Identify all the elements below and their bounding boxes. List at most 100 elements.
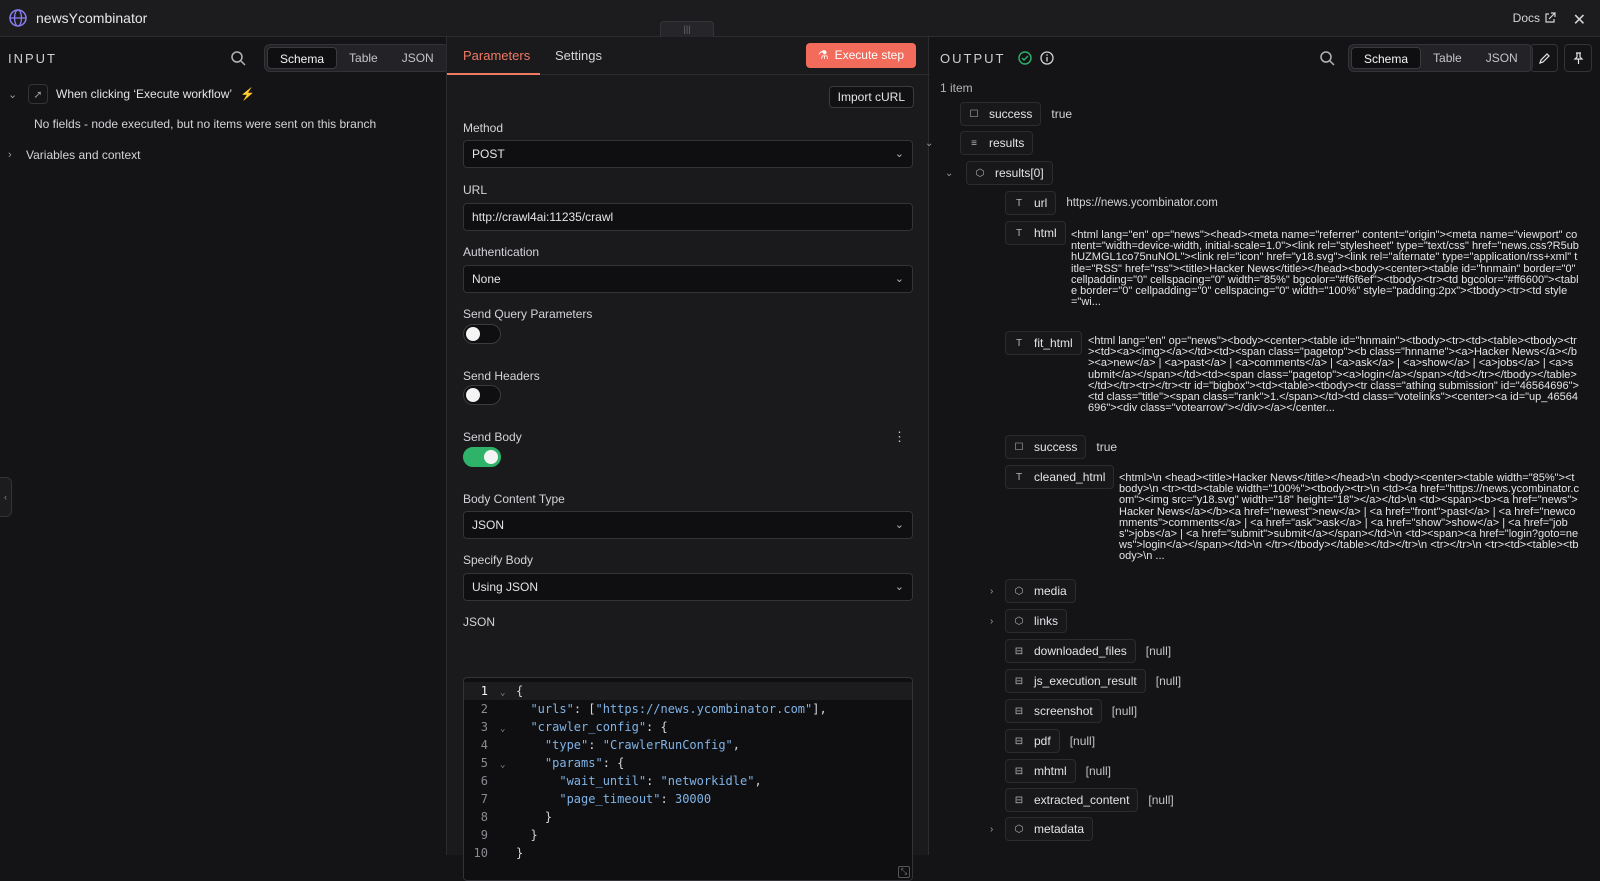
code-line[interactable]: 7 "page_timeout": 30000	[464, 790, 912, 808]
field-extracted-content: ⊟ extracted_content [null]	[1005, 788, 1174, 812]
html-value: <html lang="en" op="news"><head><meta na…	[1071, 230, 1579, 309]
code-text: "params": {	[544, 756, 625, 770]
code-line[interactable]: 3 ⌄ "crawler_config": {	[464, 718, 912, 736]
resize-icon[interactable]: ⤡	[898, 866, 910, 878]
chevron-down-icon: ⌄	[894, 148, 904, 160]
line-number: 4	[480, 738, 488, 752]
authentication-select[interactable]: None ⌄	[463, 265, 913, 293]
method-select[interactable]: POST ⌄	[463, 140, 913, 168]
docs-link[interactable]: Docs	[1513, 11, 1556, 25]
key-pill[interactable]: ⬡ links	[1005, 609, 1068, 633]
key-pill[interactable]: Turl	[1005, 191, 1057, 215]
field-fit-html: Tfit_html	[1005, 331, 1082, 355]
success-check-icon	[1018, 51, 1032, 65]
chevron-right-icon[interactable]: ›	[990, 616, 1004, 627]
trigger-node-row[interactable]: ⌄ ➚ When clicking ‘Execute workflow’ ⚡	[8, 84, 255, 104]
key-pill[interactable]: ⬡ metadata	[1005, 817, 1094, 841]
body-content-type-value: JSON	[472, 518, 505, 532]
output-view-table[interactable]: Table	[1421, 47, 1474, 69]
key-pill[interactable]: ≡ results	[960, 131, 1034, 155]
key-pill[interactable]: ⊟ mhtml	[1005, 759, 1076, 783]
pin-output-button[interactable]	[1564, 44, 1592, 72]
key-pill[interactable]: Thtml	[1005, 221, 1066, 245]
field-key: metadata	[1034, 822, 1085, 836]
search-icon[interactable]	[1319, 50, 1335, 66]
code-line[interactable]: 6 "wait_until": "networkidle",	[464, 772, 912, 790]
node-title[interactable]: newsYcombinator	[36, 10, 147, 26]
cleaned-html-value: <html>\n <head><title>Hacker News</title…	[1119, 473, 1579, 563]
output-view-schema[interactable]: Schema	[1351, 47, 1422, 69]
drag-handle[interactable]: |||	[660, 21, 714, 37]
field-key: mhtml	[1034, 764, 1067, 778]
field-pdf: ⊟ pdf [null]	[1005, 729, 1095, 753]
send-body-label: Send Body	[463, 430, 522, 444]
edit-output-button[interactable]	[1530, 44, 1558, 72]
chevron-down-icon[interactable]: ⌄	[945, 168, 959, 179]
search-icon[interactable]	[230, 50, 246, 66]
execute-step-label: Execute step	[834, 48, 904, 62]
chevron-right-icon: ›	[8, 149, 12, 161]
input-label: INPUT	[8, 51, 57, 66]
key-pill[interactable]: ⊟ js_execution_result	[1005, 669, 1146, 693]
toggle-knob	[484, 450, 498, 464]
code-line[interactable]: 5 ⌄ "params": {	[464, 754, 912, 772]
output-view-json[interactable]: JSON	[1474, 47, 1530, 69]
input-view-schema[interactable]: Schema	[267, 47, 338, 69]
input-view-json[interactable]: JSON	[390, 47, 446, 69]
code-text: "wait_until": "networkidle",	[559, 774, 762, 788]
input-view-table[interactable]: Table	[337, 47, 390, 69]
info-icon[interactable]	[1040, 51, 1054, 65]
line-number: 10	[473, 846, 488, 860]
key-pill[interactable]: ⊟ downloaded_files	[1005, 639, 1136, 663]
key-pill[interactable]: ⊟ screenshot	[1005, 699, 1102, 723]
variables-label: Variables and context	[26, 148, 141, 162]
key-pill[interactable]: Tcleaned_html	[1005, 465, 1115, 489]
key-pill[interactable]: ⬡ results[0]	[966, 161, 1053, 185]
key-pill[interactable]: Tfit_html	[1005, 331, 1082, 355]
close-icon[interactable]: ✕	[1573, 10, 1586, 30]
chevron-down-icon[interactable]: ⌄	[925, 138, 939, 149]
code-line[interactable]: 4 "type": "CrawlerRunConfig",	[464, 736, 912, 754]
variables-context-row[interactable]: › Variables and context	[8, 148, 141, 162]
import-curl-button[interactable]: Import cURL	[828, 86, 914, 108]
chevron-right-icon[interactable]: ›	[990, 824, 1004, 835]
cube-icon: ⬡	[1014, 615, 1024, 627]
top-bar: newsYcombinator Docs ✕	[0, 0, 1600, 37]
code-line[interactable]: 9 }	[464, 826, 912, 844]
send-body-toggle[interactable]	[463, 447, 501, 467]
code-line[interactable]: 1 ⌄{	[464, 682, 912, 700]
key-pill[interactable]: ⬡ media	[1005, 579, 1076, 603]
chevron-down-icon[interactable]: ⌄	[8, 88, 20, 101]
tab-settings[interactable]: Settings	[555, 48, 602, 63]
field-results: ⌄ ≡ results	[925, 131, 1034, 155]
key-pill[interactable]: ☐ success	[1005, 435, 1087, 459]
body-content-type-select[interactable]: JSON ⌄	[463, 511, 913, 539]
key-pill[interactable]: ☐ success	[960, 102, 1042, 126]
key-pill[interactable]: ⊟ extracted_content	[1005, 788, 1139, 812]
field-key: links	[1034, 614, 1059, 628]
field-value: true	[1051, 107, 1073, 121]
specify-body-select[interactable]: Using JSON ⌄	[463, 573, 913, 601]
text-type-icon: T	[1015, 197, 1023, 209]
active-tab-indicator	[447, 73, 540, 75]
key-pill[interactable]: ⊟ pdf	[1005, 729, 1060, 753]
code-line[interactable]: 8 }	[464, 808, 912, 826]
url-input[interactable]: http://crawl4ai:11235/crawl	[463, 203, 913, 231]
json-code-editor[interactable]: ⤡ 1 ⌄{2 "urls": ["https://news.ycombinato…	[463, 677, 913, 881]
more-options-icon[interactable]: ⋮	[893, 429, 906, 445]
null-type-icon: ⊟	[1014, 735, 1024, 747]
tab-parameters[interactable]: Parameters	[463, 48, 530, 63]
code-line[interactable]: 10}	[464, 844, 912, 862]
chevron-right-icon[interactable]: ›	[990, 586, 1004, 597]
line-number: 9	[480, 828, 488, 842]
body-content-type-label: Body Content Type	[463, 492, 565, 506]
field-downloaded-files: ⊟ downloaded_files [null]	[1005, 639, 1171, 663]
null-type-icon: ⊟	[1014, 765, 1024, 777]
code-line[interactable]: 2 "urls": ["https://news.ycombinator.com…	[464, 700, 912, 718]
field-success: ☐ success true	[960, 102, 1072, 126]
collapse-handle[interactable]: ‹	[0, 477, 12, 517]
field-key: media	[1034, 584, 1067, 598]
send-headers-toggle[interactable]	[463, 385, 501, 405]
execute-step-button[interactable]: ⚗ Execute step	[805, 43, 916, 68]
send-query-toggle[interactable]	[463, 324, 501, 344]
